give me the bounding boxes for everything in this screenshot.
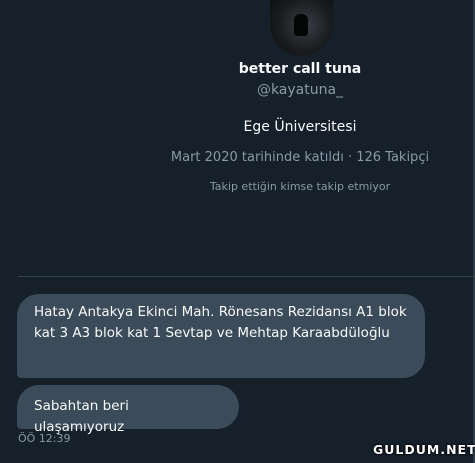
profile-meta: Mart 2020 tarihinde katıldı · 126 Takipç… [170,150,430,165]
message-bubble[interactable]: Hatay Antakya Ekinci Mah. Rönesans Rezid… [17,294,425,378]
watermark: GULDUM.NET [373,442,475,457]
avatar[interactable] [270,0,333,56]
no-followers-note: Takip ettiğin kimse takip etmiyor [209,180,391,193]
message-bubble[interactable]: Sabahtan beri ulaşamıyoruz [17,385,239,435]
profile-bio: Ege Üniversitesi [243,119,357,135]
profile-name[interactable]: better call tuna [0,61,475,77]
message-timestamp: ÖÖ 12:39 [18,432,71,445]
avatar-figure [294,14,308,36]
profile-handle[interactable]: @kayatuna_ [0,82,475,98]
divider [18,276,475,277]
